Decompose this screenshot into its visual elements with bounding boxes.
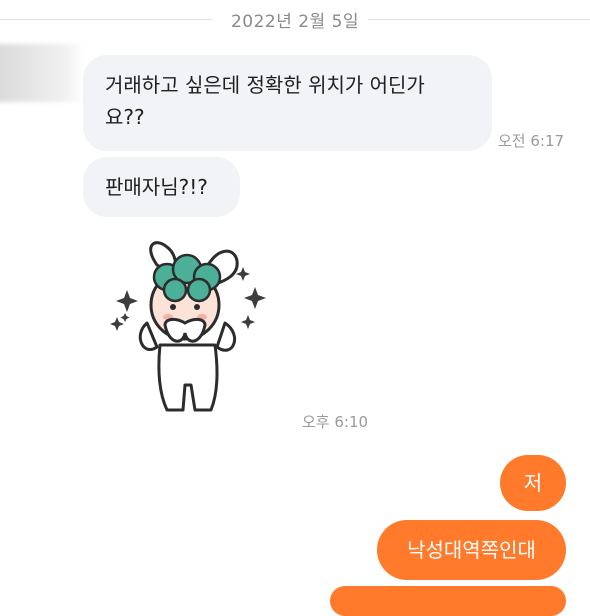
sparkle-icon (236, 267, 250, 281)
bunny-sticker-icon[interactable] (105, 235, 275, 420)
message-timestamp: 오전 6:17 (498, 132, 565, 150)
date-separator-line-left (0, 19, 212, 20)
message-text: 낙성대역쪽인대 (407, 538, 536, 562)
sticker-timestamp: 오후 6:10 (302, 413, 369, 431)
sparkle-icon (110, 317, 124, 331)
sparkle-icon (120, 313, 130, 322)
message-text: 판매자님?!? (105, 175, 208, 199)
date-separator-line-right (368, 19, 590, 20)
sparkle-icon (244, 287, 266, 309)
sparkle-icon (116, 290, 138, 312)
sparkle-icon (241, 315, 255, 329)
outgoing-message-bubble[interactable]: 낙성대역쪽인대 (377, 520, 566, 580)
incoming-message-bubble[interactable]: 판매자님?!? (83, 157, 240, 217)
sender-avatar[interactable] (0, 44, 84, 102)
message-text: 거래하고 싶은데 정확한 위치가 어딘가 요?? (105, 73, 425, 129)
incoming-message-bubble[interactable]: 거래하고 싶은데 정확한 위치가 어딘가 요?? (83, 55, 492, 151)
date-separator-label: 2022년 2월 5일 (230, 11, 360, 32)
message-text: 저 (523, 471, 543, 495)
outgoing-message-bubble[interactable]: 저 (500, 455, 566, 511)
outgoing-message-bubble-partial[interactable] (330, 586, 566, 616)
date-separator: 2022년 2월 5일 (0, 6, 590, 32)
